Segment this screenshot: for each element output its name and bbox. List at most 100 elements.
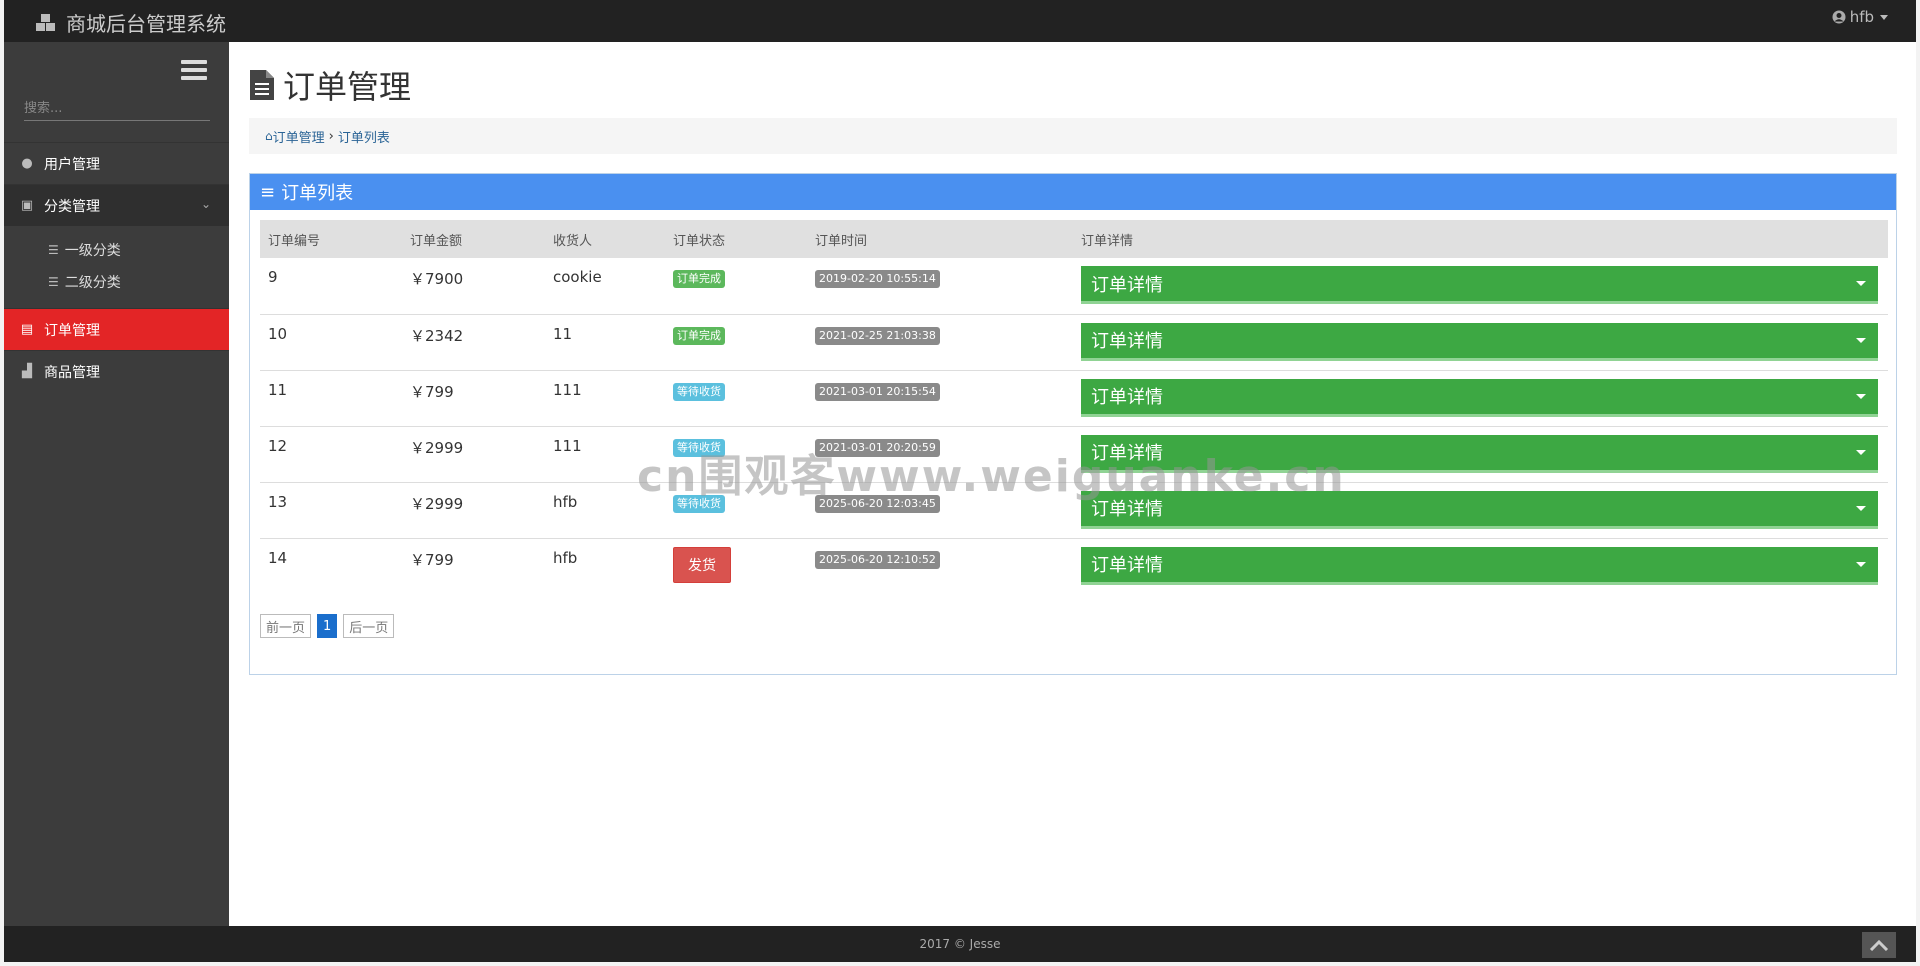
user-menu[interactable]: hfb [1832, 8, 1888, 26]
order-status-cell: 订单完成 [665, 258, 807, 314]
footer: 2017 © Jesse [4, 926, 1916, 962]
category-icon: ▣ [20, 198, 34, 213]
caret-down-icon [1856, 505, 1866, 511]
order-id-cell: 13 [260, 481, 402, 538]
sidebar-subitem-level2[interactable]: ☰ 二级分类 [4, 266, 229, 298]
status-badge: 订单完成 [673, 326, 725, 345]
sidebar-search-input[interactable] [24, 97, 210, 121]
order-detail-label: 订单详情 [1091, 274, 1163, 296]
time-badge: 2019-02-20 10:55:14 [815, 270, 940, 288]
order-status-cell: 等待收货 [665, 369, 807, 426]
next-page-button[interactable]: 后一页 [343, 614, 395, 638]
ship-button[interactable]: 发货 [673, 546, 731, 583]
watermark: cn围观客www.weiguanke.cn [637, 451, 1346, 502]
panel-body: 订单编号 订单金额 收货人 订单状态 订单时间 订单详情 9 ￥7900 cooki… [250, 210, 1896, 648]
table-row: 9 ￥7900 cookie 订单完成 2019-02-20 10:55:14 订单详情 [260, 258, 1888, 314]
page-frame: 商城后台管理系统 hfb ● 用户管理 ▣ 分类管理 ⌄ [0, 0, 1920, 966]
order-receiver-cell: hfb [545, 537, 665, 594]
caret-down-icon [1856, 393, 1866, 399]
sidebar-item-products[interactable]: ▟ 商品管理 [4, 350, 229, 392]
status-badge: 等待收货 [673, 382, 725, 401]
breadcrumb-current[interactable]: 订单列表 [338, 127, 390, 146]
order-id-cell: 14 [260, 537, 402, 594]
caret-down-icon [1856, 561, 1866, 567]
file-icon: ▤ [20, 322, 34, 337]
page-title: 订单管理 [249, 62, 411, 108]
sidebar-subitem-level1[interactable]: ☰ 一级分类 [4, 234, 229, 266]
sidebar-subitem-label: 一级分类 [64, 243, 121, 259]
order-detail-label: 订单详情 [1091, 555, 1163, 576]
top-navbar: 商城后台管理系统 hfb [4, 0, 1916, 42]
shopping-bag-icon: ▟ [22, 364, 32, 379]
pagination: 前一页 1 后一页 [260, 614, 1886, 638]
panel-header: ≡ 订单列表 [250, 174, 1896, 210]
table-body: 9 ￥7900 cookie 订单完成 2019-02-20 10:55:14 订单详情 1… [260, 258, 1888, 594]
caret-down-icon [1856, 337, 1866, 343]
home-icon: ⌂ [265, 129, 273, 143]
order-detail-dropdown-button[interactable]: 订单详情 [1081, 378, 1878, 417]
order-time-cell: 2021-02-25 21:03:38 [807, 313, 1073, 370]
order-status-cell: 订单完成 [665, 313, 807, 370]
caret-down-icon [1856, 281, 1866, 286]
sidebar-item-label: 分类管理 [44, 198, 100, 215]
table-header-row: 订单编号 订单金额 收货人 订单状态 订单时间 订单详情 [260, 220, 1888, 258]
status-badge: 订单完成 [673, 270, 725, 288]
order-amount-cell: ￥7900 [410, 270, 464, 288]
page-title-text: 订单管理 [283, 68, 412, 106]
order-detail-cell: 订单详情 [1073, 258, 1888, 314]
sidebar-item-orders[interactable]: ▤ 订单管理 [4, 308, 229, 350]
list-icon: ☰ [48, 275, 59, 289]
sidebar-item-label: 订单管理 [44, 322, 100, 339]
sidebar-item-categories[interactable]: ▣ 分类管理 ⌄ [4, 184, 229, 226]
orders-table: 订单编号 订单金额 收货人 订单状态 订单时间 订单详情 9 ￥7900 cooki… [260, 220, 1888, 594]
time-badge: 2025-06-20 12:10:52 [815, 550, 940, 569]
prev-page-button[interactable]: 前一页 [260, 614, 312, 638]
order-detail-label: 订单详情 [1091, 331, 1163, 352]
order-status-cell: 发货 [665, 537, 807, 594]
user-circle-icon: ● [21, 156, 33, 171]
order-amount-cell: ￥2999 [402, 425, 545, 482]
table-row: 11 ￥799 111 等待收货 2021-03-01 20:15:54 订单详情 [260, 369, 1888, 426]
chevron-down-icon: ⌄ [200, 197, 211, 211]
breadcrumb-link-orders[interactable]: 订单管理 [273, 127, 325, 146]
column-header: 订单状态 [665, 220, 807, 258]
hamburger-menu-icon[interactable] [181, 60, 207, 80]
order-id-cell: 12 [260, 425, 402, 482]
order-detail-dropdown-button[interactable]: 订单详情 [1081, 322, 1878, 361]
sidebar-item-users[interactable]: ● 用户管理 [4, 142, 229, 184]
order-detail-dropdown-button[interactable]: 订单详情 [1081, 266, 1878, 304]
back-to-top-button[interactable] [1862, 932, 1896, 958]
breadcrumb: ⌂ 订单管理 › 订单列表 [249, 118, 1897, 154]
order-detail-cell: 订单详情 [1073, 313, 1888, 370]
chevron-up-icon [1869, 939, 1889, 951]
sidebar-item-label: 用户管理 [44, 156, 100, 173]
cubes-icon [36, 13, 55, 31]
order-id-cell: 10 [260, 313, 402, 370]
caret-down-icon [1856, 449, 1866, 455]
order-detail-cell: 订单详情 [1073, 537, 1888, 594]
breadcrumb-separator: › [328, 128, 334, 144]
order-amount-cell: ￥2342 [402, 313, 545, 370]
caret-down-icon [1880, 14, 1888, 20]
app-title: 商城后台管理系统 [66, 12, 226, 36]
current-page-button[interactable]: 1 [317, 614, 338, 638]
order-detail-cell: 订单详情 [1073, 369, 1888, 426]
table-row: 10 ￥2342 11 订单完成 2021-02-25 21:03:38 订单详情 [260, 313, 1888, 370]
order-amount-cell: ￥2999 [402, 481, 545, 538]
order-time-cell: 2021-03-01 20:15:54 [807, 369, 1073, 426]
list-icon: ☰ [48, 243, 59, 257]
brand[interactable]: 商城后台管理系统 [34, 8, 226, 37]
sidebar: ● 用户管理 ▣ 分类管理 ⌄ ☰ 一级分类 ☰ 二级分类 ▤ 订单 [4, 42, 229, 926]
order-receiver-cell: 11 [545, 313, 665, 370]
sidebar-menu: ● 用户管理 ▣ 分类管理 ⌄ ☰ 一级分类 ☰ 二级分类 ▤ 订单管理 ▟ 商… [4, 142, 229, 392]
order-time-cell: 2025-06-20 12:10:52 [807, 537, 1073, 594]
user-circle-icon [1832, 10, 1846, 24]
column-header: 收货人 [545, 220, 665, 258]
order-list-panel: ≡ 订单列表 订单编号 订单金额 收货人 订单状态 订单时间 订单详情 9 ￥7… [249, 173, 1897, 675]
table-row: 14 ￥799 hfb 发货 2025-06-20 12:10:52 订单详情 [260, 537, 1888, 594]
column-header: 订单编号 [260, 220, 402, 258]
order-receiver-cell: cookie [553, 268, 602, 286]
column-header: 订单时间 [807, 220, 1073, 258]
username: hfb [1849, 8, 1874, 26]
order-detail-dropdown-button[interactable]: 订单详情 [1081, 546, 1878, 585]
